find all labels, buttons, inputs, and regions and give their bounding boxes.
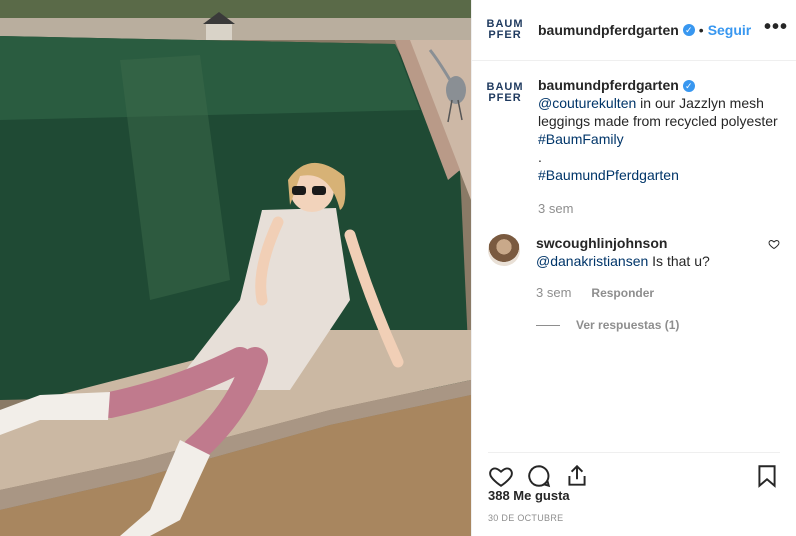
bookmark-icon[interactable] [754, 463, 780, 489]
post-photo[interactable] [0, 0, 471, 536]
share-icon[interactable] [564, 463, 590, 489]
comment-icon[interactable] [526, 463, 552, 489]
comment-mention[interactable]: @danakristiansen [536, 253, 648, 269]
post: BAUM PFER baumundpferdgarten ✓ • Seguir … [0, 0, 796, 536]
post-header: BAUM PFER baumundpferdgarten ✓ • Seguir … [472, 0, 796, 61]
reply-button[interactable]: Responder [591, 284, 654, 302]
profile-logo[interactable]: BAUM PFER [486, 13, 524, 47]
comment-row: swcoughlinjohnson @danakristiansen Is th… [488, 234, 780, 334]
replies-divider [536, 324, 560, 326]
caption-username[interactable]: baumundpferdgarten [538, 77, 679, 93]
heart-icon[interactable] [488, 463, 514, 489]
comment-avatar[interactable] [488, 234, 520, 266]
caption-dot: . [538, 149, 542, 165]
likes-count[interactable]: 388 Me gusta [488, 488, 570, 503]
caption-logo-text: BAUM PFER [486, 81, 524, 104]
caption-verified-icon: ✓ [682, 80, 695, 93]
comment-username[interactable]: swcoughlinjohnson [536, 235, 667, 251]
logo-text: BAUM PFER [486, 18, 524, 41]
action-bar [488, 452, 780, 491]
post-date: 30 DE OCTUBRE [488, 513, 564, 523]
view-replies-button[interactable]: Ver respuestas (1) [536, 316, 710, 334]
header-separator: • [698, 22, 704, 38]
caption-time[interactable]: 3 sem [538, 200, 780, 218]
comments-area: BAUM PFER baumundpferdgarten ✓ @coutureku… [486, 76, 780, 334]
comment-meta: 3 sem Responder [536, 284, 710, 302]
verified-icon: ✓ [682, 24, 695, 36]
photo-illustration [0, 0, 471, 536]
follow-button[interactable]: Seguir [708, 22, 752, 38]
caption-hashtag-1[interactable]: #BaumFamily [538, 131, 624, 147]
header-username[interactable]: baumundpferdgarten [538, 22, 679, 38]
caption-avatar[interactable]: BAUM PFER [486, 76, 524, 110]
caption-row: BAUM PFER baumundpferdgarten ✓ @coutureku… [486, 76, 780, 218]
view-replies-label: Ver respuestas (1) [576, 318, 680, 332]
comment-like-icon[interactable] [768, 238, 780, 250]
comment-time[interactable]: 3 sem [536, 284, 571, 302]
caption-text: baumundpferdgarten ✓ @couturekulten in ou… [538, 76, 780, 218]
comment-text: swcoughlinjohnson @danakristiansen Is th… [536, 234, 710, 334]
caption-hashtag-2[interactable]: #BaumundPferdgarten [538, 167, 679, 183]
post-panel: BAUM PFER baumundpferdgarten ✓ • Seguir … [471, 0, 796, 536]
caption-mention[interactable]: @couturekulten [538, 95, 636, 111]
comment-body: Is that u? [648, 253, 710, 269]
more-icon[interactable]: ••• [764, 16, 788, 39]
